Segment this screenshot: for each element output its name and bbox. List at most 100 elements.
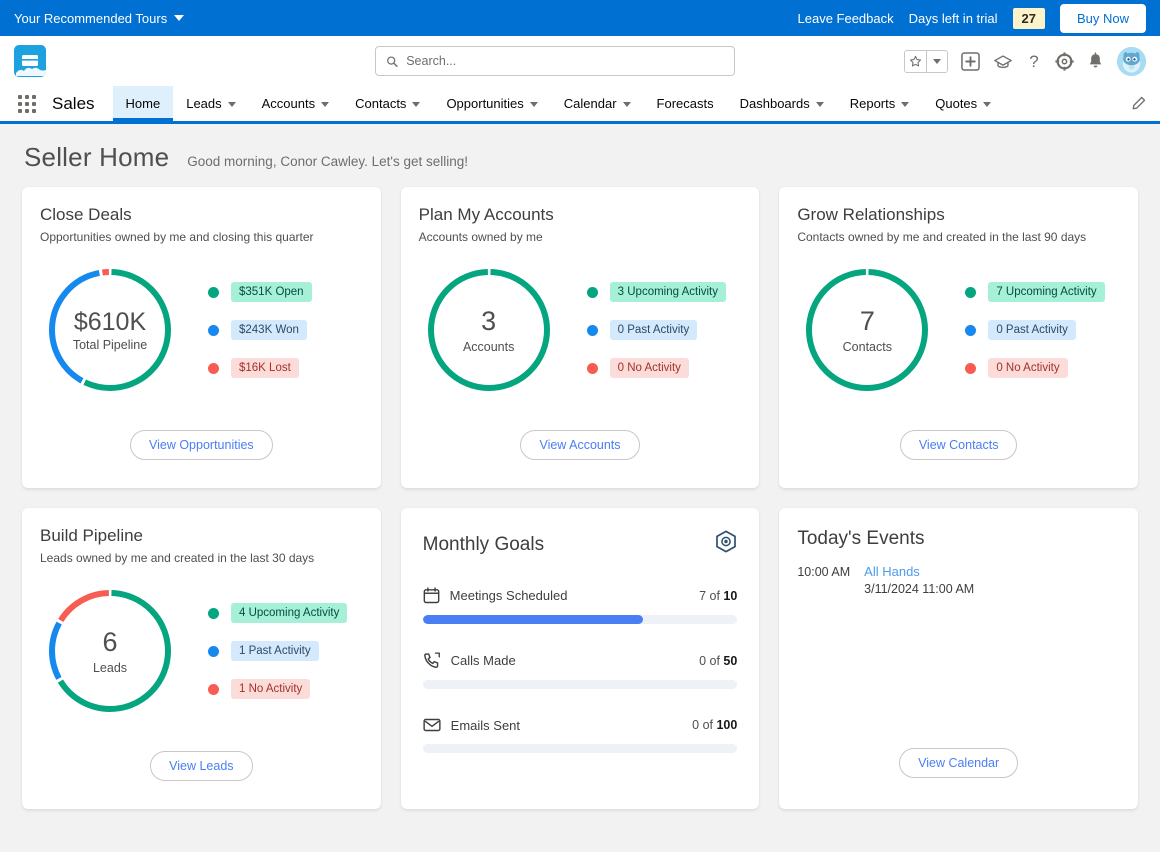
event-row: 10:00 AM All Hands 3/11/2024 11:00 AM — [779, 550, 1138, 596]
nav-item-leads[interactable]: Leads — [173, 86, 248, 121]
goal-label: Calls Made — [450, 653, 516, 668]
nav-item-label: Opportunities — [446, 96, 524, 111]
leave-feedback-link[interactable]: Leave Feedback — [798, 11, 894, 26]
legend-item: 0 Past Activity — [965, 320, 1104, 340]
goal-label: Emails Sent — [450, 717, 521, 733]
legend-color-dot — [965, 286, 977, 298]
cards-grid: Close Deals Opportunities owned by me an… — [22, 187, 1138, 809]
goal-item: Calls Made 0 of 50 — [401, 652, 760, 689]
calendar-icon — [423, 587, 440, 604]
legend-label: 7 Upcoming Activity — [988, 282, 1105, 302]
buy-now-button[interactable]: Buy Now — [1059, 3, 1146, 33]
legend-color-dot — [965, 362, 977, 374]
user-avatar[interactable] — [1117, 46, 1146, 76]
nav-item-contacts[interactable]: Contacts — [342, 86, 433, 121]
card-subtitle: Contacts owned by me and created in the … — [797, 230, 1087, 244]
nav-item-home[interactable]: Home — [112, 86, 174, 121]
legend-label: $16K Lost — [231, 358, 299, 378]
view-leads-button[interactable]: View Leads — [150, 751, 253, 781]
pencil-icon[interactable] — [1117, 86, 1160, 121]
app-name-label[interactable]: Sales — [46, 86, 113, 121]
recommended-tours-label: Your Recommended Tours — [14, 10, 168, 26]
global-search[interactable] — [375, 46, 735, 76]
donut-center-value: $610K — [73, 307, 147, 336]
email-icon — [423, 717, 441, 733]
goal-progress-fill — [422, 615, 643, 624]
view-accounts-button[interactable]: View Accounts — [520, 430, 640, 460]
card-build-pipeline: Build Pipeline Leads owned by me and cre… — [22, 508, 381, 809]
global-header: ? — [0, 36, 1160, 86]
card-title: Today's Events — [797, 528, 925, 549]
goal-progress-bar — [422, 744, 738, 753]
chevron-down-icon[interactable] — [815, 102, 824, 107]
view-opportunities-button[interactable]: View Opportunities — [129, 430, 273, 460]
salesforce-app-logo-icon[interactable] — [14, 45, 46, 77]
chevron-down-icon[interactable] — [901, 102, 910, 107]
donut-chart-plan-my-accounts: 3 Accounts — [419, 260, 559, 400]
card-todays-events: Today's Events 10:00 AM All Hands 3/11/202… — [779, 508, 1138, 809]
goal-progress-count: 0 of 50 — [699, 653, 738, 668]
legend-color-dot — [208, 286, 219, 298]
legend-label: $243K Won — [231, 320, 307, 340]
nav-item-label: Forecasts — [656, 96, 714, 111]
goal-item: Emails Sent 0 of 100 — [401, 717, 760, 753]
nav-item-dashboards[interactable]: Dashboards — [727, 86, 837, 121]
favorites-group[interactable] — [904, 49, 948, 73]
favorites-star-icon[interactable] — [905, 50, 926, 72]
days-left-label: Days left in trial — [908, 10, 998, 26]
legend-color-dot — [586, 324, 598, 336]
page-title: Seller Home — [24, 142, 170, 172]
donut-chart-grow-relationships: 7 Contacts — [797, 260, 937, 400]
favorites-caret-icon[interactable] — [926, 50, 947, 72]
notifications-bell-icon[interactable] — [1087, 51, 1104, 71]
nav-item-calendar[interactable]: Calendar — [551, 86, 644, 121]
legend-color-dot — [586, 362, 598, 374]
nav-item-accounts[interactable]: Accounts — [249, 86, 342, 121]
recommended-tours-dropdown[interactable]: Your Recommended Tours — [14, 10, 185, 26]
learning-hat-icon[interactable] — [993, 52, 1013, 71]
legend-color-dot — [586, 286, 598, 298]
legend-label: 0 No Activity — [988, 358, 1068, 378]
chevron-down-icon[interactable] — [321, 102, 330, 107]
help-question-icon[interactable]: ? — [1026, 51, 1042, 71]
legend-label: 3 Upcoming Activity — [609, 282, 727, 302]
card-grow-relationships: Grow Relationships Contacts owned by me … — [779, 187, 1138, 488]
legend-label: $351K Open — [231, 282, 312, 302]
nav-item-reports[interactable]: Reports — [837, 86, 923, 121]
search-icon — [387, 55, 398, 67]
goal-settings-icon[interactable] — [715, 530, 737, 559]
chevron-down-icon[interactable] — [227, 102, 236, 107]
chart-legend: $351K Open $243K Won $16K Lost — [208, 282, 312, 378]
nav-item-label: Leads — [186, 96, 222, 111]
legend-color-dot — [208, 324, 219, 336]
add-plus-icon[interactable] — [961, 51, 980, 71]
nav-item-label: Accounts — [261, 96, 316, 111]
legend-label: 4 Upcoming Activity — [231, 603, 348, 623]
chevron-down-icon[interactable] — [983, 102, 992, 107]
app-launcher-icon[interactable] — [14, 86, 40, 121]
legend-label: 0 Past Activity — [609, 320, 698, 340]
view-calendar-button[interactable]: View Calendar — [899, 748, 1019, 778]
nav-item-opportunities[interactable]: Opportunities — [433, 86, 550, 121]
goal-progress-count: 0 of 100 — [692, 718, 738, 732]
legend-label: 0 Past Activity — [988, 320, 1076, 340]
event-title-link[interactable]: All Hands — [864, 564, 974, 579]
legend-item: 0 Past Activity — [586, 320, 726, 340]
search-input[interactable] — [406, 54, 724, 68]
nav-item-label: Reports — [849, 96, 896, 111]
setup-gear-icon[interactable] — [1055, 51, 1074, 71]
card-title: Plan My Accounts — [418, 205, 554, 224]
nav-item-forecasts[interactable]: Forecasts — [644, 86, 727, 121]
event-time: 10:00 AM — [797, 565, 851, 579]
chevron-down-icon[interactable] — [622, 102, 631, 107]
nav-item-label: Contacts — [355, 96, 407, 111]
legend-item: $243K Won — [208, 320, 312, 340]
seller-home-page: Seller Home Good morning, Conor Cawley. … — [0, 124, 1160, 809]
nav-item-quotes[interactable]: Quotes — [922, 86, 1004, 121]
chevron-down-icon[interactable] — [412, 102, 421, 107]
view-contacts-button[interactable]: View Contacts — [899, 430, 1018, 460]
chevron-down-icon[interactable] — [529, 102, 538, 107]
donut-center-label: Contacts — [842, 339, 892, 354]
chart-legend: 3 Upcoming Activity 0 Past Activity 0 No A… — [586, 282, 727, 378]
greeting-text: Good morning, Conor Cawley. Let's get se… — [187, 154, 468, 169]
